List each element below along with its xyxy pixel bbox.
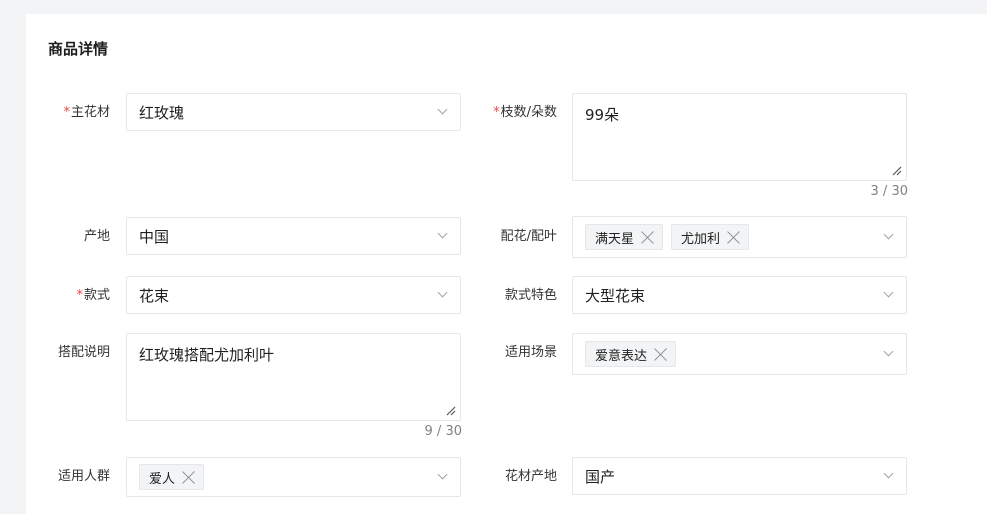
close-icon[interactable]: [726, 229, 742, 245]
style-feature-label: 款式特色: [504, 288, 557, 303]
product-details-panel: [26, 14, 987, 514]
resize-handle-icon[interactable]: [890, 164, 902, 176]
count-label: *枝数/朵数: [493, 105, 557, 120]
style-value: 花束: [139, 286, 170, 305]
tag-item: 满天星: [585, 224, 664, 250]
chevron-down-icon: [437, 469, 448, 480]
main-flower-value: 红玫瑰: [139, 103, 185, 122]
origin-label: 产地: [83, 229, 110, 244]
material-origin-select[interactable]: 国产: [572, 457, 907, 495]
match-desc-textarea[interactable]: 红玫瑰搭配尤加利叶: [126, 333, 461, 421]
style-feature-select[interactable]: 大型花束: [572, 276, 907, 314]
main-flower-select[interactable]: 红玫瑰: [126, 93, 461, 131]
count-char-counter: 3 / 30: [870, 184, 908, 199]
style-select[interactable]: 花束: [126, 276, 461, 314]
style-feature-value: 大型花束: [585, 286, 646, 305]
audience-multiselect[interactable]: 爱人: [126, 457, 461, 497]
material-origin-value: 国产: [585, 467, 616, 486]
close-icon[interactable]: [653, 346, 669, 362]
origin-value: 中国: [139, 227, 170, 246]
tag-item: 尤加利: [671, 224, 750, 250]
occasion-label: 适用场景: [504, 345, 557, 360]
close-icon[interactable]: [640, 229, 656, 245]
chevron-down-icon: [883, 229, 894, 240]
count-textarea[interactable]: 99朵: [572, 93, 907, 181]
required-mark: *: [76, 288, 83, 303]
material-origin-label: 花材产地: [504, 469, 557, 484]
tag-label: 爱人: [149, 471, 176, 487]
main-flower-label: *主花材: [63, 105, 110, 120]
section-title: 商品详情: [48, 40, 109, 58]
required-mark: *: [63, 105, 70, 120]
tag-label: 爱意表达: [595, 348, 648, 364]
style-label: *款式: [76, 288, 110, 303]
tag-item: 爱意表达: [585, 341, 677, 367]
audience-label: 适用人群: [57, 469, 110, 484]
count-value: 99朵: [585, 106, 620, 124]
tag-label: 尤加利: [681, 231, 721, 247]
match-desc-label: 搭配说明: [57, 345, 110, 360]
occasion-multiselect[interactable]: 爱意表达: [572, 333, 907, 375]
accessories-label: 配花/配叶: [500, 229, 557, 244]
origin-select[interactable]: 中国: [126, 217, 461, 255]
accessories-multiselect[interactable]: 满天星 尤加利: [572, 216, 907, 258]
match-desc-char-counter: 9 / 30: [424, 424, 462, 439]
match-desc-value: 红玫瑰搭配尤加利叶: [139, 346, 275, 364]
tag-label: 满天星: [595, 231, 635, 247]
tag-item: 爱人: [139, 464, 205, 490]
close-icon[interactable]: [181, 469, 197, 485]
chevron-down-icon: [883, 346, 894, 357]
required-mark: *: [493, 105, 500, 120]
resize-handle-icon[interactable]: [444, 404, 456, 416]
